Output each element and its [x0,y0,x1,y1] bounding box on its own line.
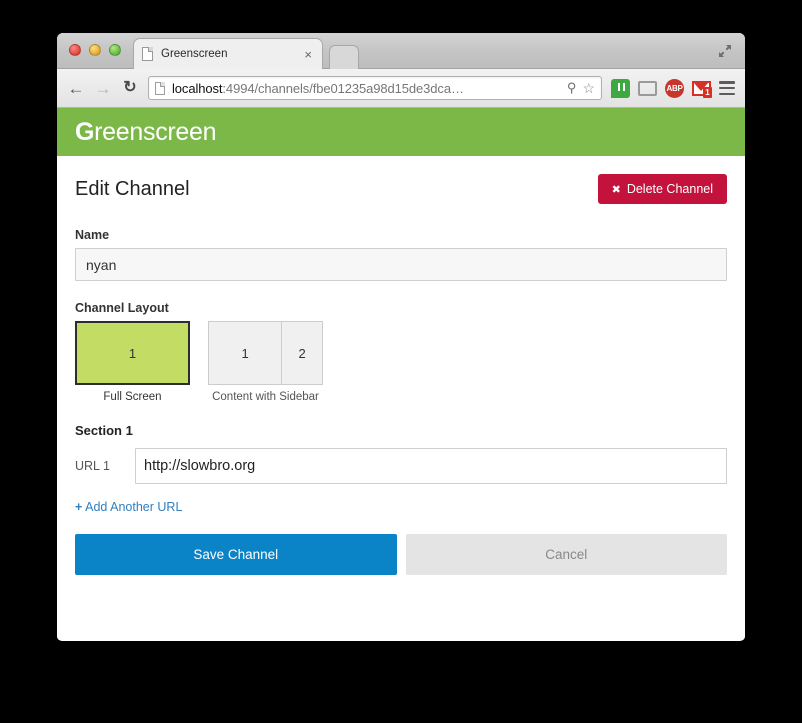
gmail-unread-badge: 1 [703,86,712,98]
gmail-extension-icon[interactable]: 1 [692,80,712,98]
browser-tab-strip: Greenscreen × [57,33,745,69]
plus-icon: + [75,500,83,514]
url-host: localhost [172,80,223,96]
address-bar[interactable]: localhost:4994/channels/fbe01235a98d15de… [148,76,602,100]
close-icon: ✖ [611,183,621,196]
layout-preview-content-with-sidebar: 1 2 [208,321,323,385]
form-container: Edit Channel ✖ Delete Channel Name Chann… [57,156,745,575]
chromecast-extension-icon[interactable] [638,80,657,96]
channel-layout-label: Channel Layout [75,301,169,315]
tab-title: Greenscreen [161,48,228,60]
new-tab-button[interactable] [329,45,359,69]
layout-option-content-with-sidebar[interactable]: 1 2 Content with Sidebar [208,321,323,403]
delete-channel-label: Delete Channel [626,182,713,196]
cancel-button[interactable]: Cancel [405,534,727,575]
maximize-window-button[interactable] [109,44,121,56]
name-input[interactable] [75,248,727,281]
app-logo[interactable]: Greenscreen [75,117,217,147]
close-icon[interactable]: × [302,48,314,61]
page-icon [142,47,153,61]
url-row: URL 1 [75,448,727,484]
chrome-menu-icon[interactable] [719,81,735,95]
page-info-icon[interactable] [155,81,165,95]
browser-tab[interactable]: Greenscreen × [133,38,323,69]
layout-caption-content-with-sidebar: Content with Sidebar [212,391,319,403]
bookmark-star-icon[interactable]: ☆ [582,80,595,97]
name-field-label: Name [75,228,110,242]
search-icon[interactable]: ⚲ [567,80,577,96]
close-window-button[interactable] [69,44,81,56]
layout-cell-2: 2 [281,322,322,384]
add-another-url-label: Add Another URL [85,500,183,514]
delete-channel-button[interactable]: ✖ Delete Channel [597,174,727,204]
url-path: :4994/channels/fbe01235a98d15de3dca… [222,80,464,96]
section-title: Section 1 [75,423,133,438]
reload-button[interactable]: ↻ [121,80,139,96]
forward-button[interactable]: → [94,80,112,97]
layout-cell-1: 1 [209,322,282,384]
save-channel-button[interactable]: Save Channel [75,534,397,575]
hangouts-extension-icon[interactable] [611,78,630,98]
back-button[interactable]: ← [67,80,85,97]
form-actions: Save Channel Cancel [75,534,727,575]
window-controls [69,44,121,56]
extension-icons: ABP 1 [611,78,735,98]
address-bar-url: localhost:4994/channels/fbe01235a98d15de… [172,81,561,96]
page-title: Edit Channel [75,177,190,200]
page-header-row: Edit Channel ✖ Delete Channel [75,174,727,204]
add-another-url-link[interactable]: + Add Another URL [75,500,182,514]
browser-window: Greenscreen × ← → ↻ localhost:4994/chann… [57,33,745,641]
channel-layout-options: 1 Full Screen 1 2 Content with Sidebar [75,321,727,403]
minimize-window-button[interactable] [89,44,101,56]
url-input[interactable] [135,448,727,484]
layout-preview-full-screen: 1 [75,321,190,385]
layout-cell-1: 1 [77,323,188,383]
layout-caption-full-screen: Full Screen [103,391,162,403]
logo-rest: reenscreen [94,117,217,146]
adblock-plus-extension-icon[interactable]: ABP [665,78,684,98]
page-content: Greenscreen Edit Channel ✖ Delete Channe… [57,108,745,640]
app-header: Greenscreen [57,108,745,156]
browser-toolbar: ← → ↻ localhost:4994/channels/fbe01235a9… [57,69,745,108]
logo-initial: G [75,117,95,146]
url-field-label: URL 1 [75,459,110,473]
layout-option-full-screen[interactable]: 1 Full Screen [75,321,190,403]
fullscreen-icon[interactable] [717,43,733,59]
